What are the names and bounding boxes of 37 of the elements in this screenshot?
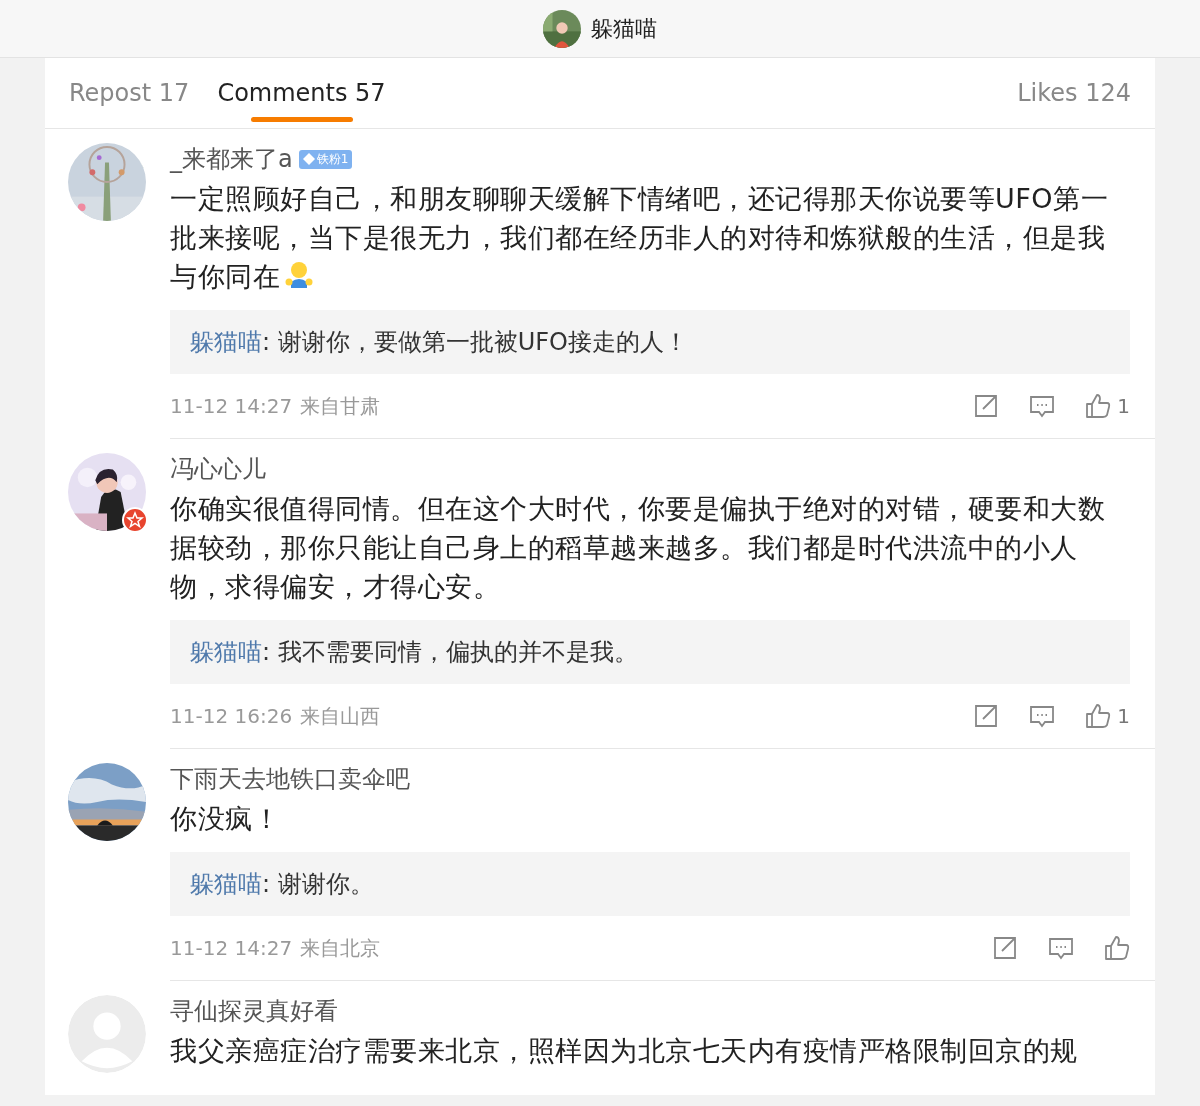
share-icon[interactable] (973, 703, 1000, 729)
tab[interactable]: Likes 124 (1017, 58, 1131, 128)
location-text: 来自甘肃 (300, 392, 381, 420)
reply-text: 躲猫喵: 我不需要同情，偏执的并不是我。 (190, 637, 638, 668)
timestamp: 11-12 14:27 (170, 936, 293, 960)
share-icon[interactable] (973, 393, 1000, 419)
username[interactable]: _来都来了a (170, 143, 293, 175)
comment-icon[interactable] (1048, 935, 1074, 961)
reply-author-link[interactable]: 躲猫喵 (190, 638, 262, 666)
share-icon[interactable] (992, 935, 1018, 961)
location-text: 来自北京 (300, 934, 381, 962)
comment-icon[interactable] (1029, 703, 1056, 729)
comment-text: 我父亲癌症治疗需要来北京，照样因为北京七天内有疫情严格限制回京的规 (170, 1035, 1078, 1066)
reply-text: 躲猫喵: 谢谢你。 (190, 869, 374, 900)
username[interactable]: 冯心心儿 (170, 453, 266, 485)
timestamp: 11-12 16:26 (170, 704, 293, 728)
diamond-icon (302, 153, 315, 165)
reply-author-link[interactable]: 躲猫喵 (190, 328, 262, 356)
comment-icon[interactable] (1029, 393, 1056, 419)
thumbs-up-icon[interactable] (1104, 935, 1130, 961)
comment-text: 你确实很值得同情。但在这个大时代，你要是偏执于绝对的对错，硬要和大数据较劲，那你只能让自己身上的稻草越来越多。我们都是时代洪流中的小人物，求得偏安，才得心安。 (170, 493, 1105, 602)
tab[interactable]: Comments 57 (217, 58, 386, 128)
username[interactable]: 下雨天去地铁口卖伞吧 (170, 763, 410, 795)
like-count: 1 (1117, 394, 1130, 418)
like-count: 1 (1117, 704, 1130, 728)
reply-text: 躲猫喵: 谢谢你，要做第一批被UFO接走的人！ (190, 327, 688, 358)
location-text: 来自山西 (300, 702, 381, 730)
tab[interactable]: Repost 17 (69, 58, 190, 128)
thumbs-up-icon[interactable] (1085, 393, 1112, 419)
thumbs-up-icon[interactable] (1085, 703, 1112, 729)
comment-text: 你没疯！ (170, 803, 280, 834)
comment-text: 一定照顾好自己，和朋友聊聊天缓解下情绪吧，还记得那天你说要等UFO第一批来接呢，当下是很无力，我们都在经历非人的对待和炼狱般的生活，但是我与你同在 (170, 183, 1109, 292)
timestamp: 11-12 14:27 (170, 394, 293, 418)
reply-author-link[interactable]: 躲猫喵 (190, 870, 262, 898)
page-title: 躲猫喵 (591, 14, 657, 43)
fan-badge: 铁粉1 (298, 149, 353, 169)
username[interactable]: 寻仙探灵真好看 (170, 995, 338, 1027)
